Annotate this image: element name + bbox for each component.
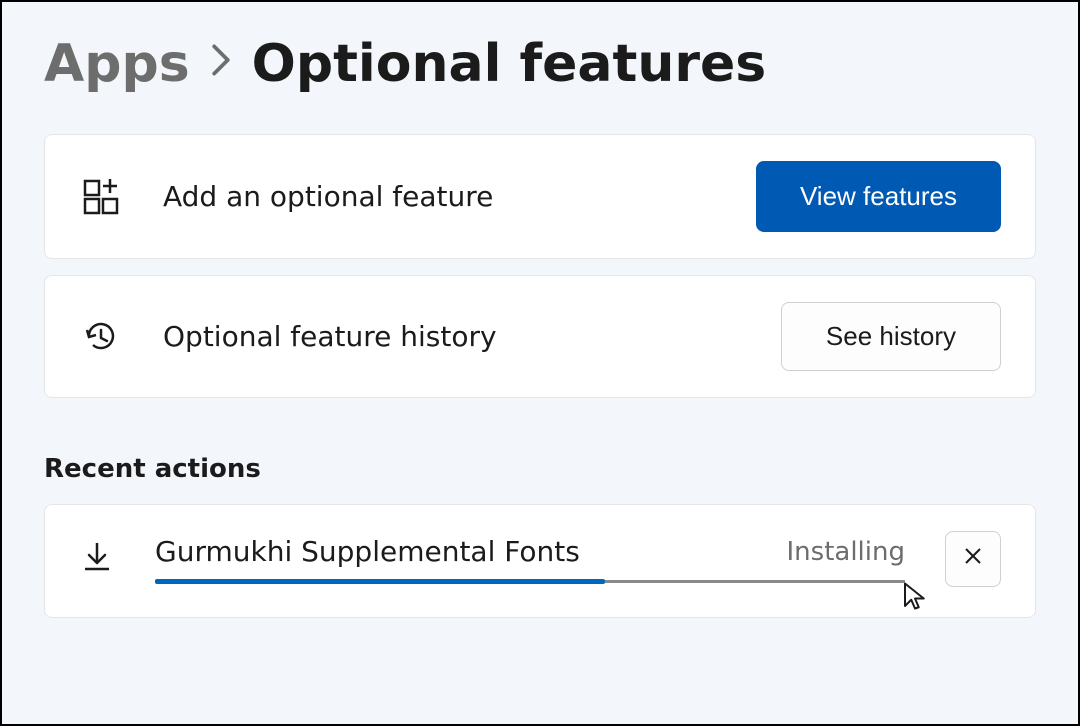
progress-bar (155, 580, 905, 583)
apps-add-icon (79, 177, 123, 217)
history-icon (79, 317, 123, 357)
action-title: Gurmukhi Supplemental Fonts (155, 535, 580, 568)
feature-history-label: Optional feature history (163, 320, 741, 353)
progress-fill (155, 579, 605, 584)
action-status: Installing (787, 537, 905, 567)
page-title: Optional features (252, 34, 767, 94)
breadcrumb-parent[interactable]: Apps (44, 34, 190, 94)
download-icon (79, 539, 115, 579)
feature-history-card: Optional feature history See history (44, 275, 1036, 398)
chevron-right-icon (210, 42, 232, 86)
cursor-icon (901, 581, 929, 615)
add-feature-card: Add an optional feature View features (44, 134, 1036, 259)
breadcrumb: Apps Optional features (44, 34, 1036, 94)
recent-action-row: Gurmukhi Supplemental Fonts Installing (44, 504, 1036, 618)
see-history-button[interactable]: See history (781, 302, 1001, 371)
cancel-action-button[interactable] (945, 531, 1001, 587)
view-features-button[interactable]: View features (756, 161, 1001, 232)
add-feature-label: Add an optional feature (163, 180, 716, 213)
recent-actions-heading: Recent actions (44, 454, 1036, 484)
close-icon (963, 545, 983, 573)
